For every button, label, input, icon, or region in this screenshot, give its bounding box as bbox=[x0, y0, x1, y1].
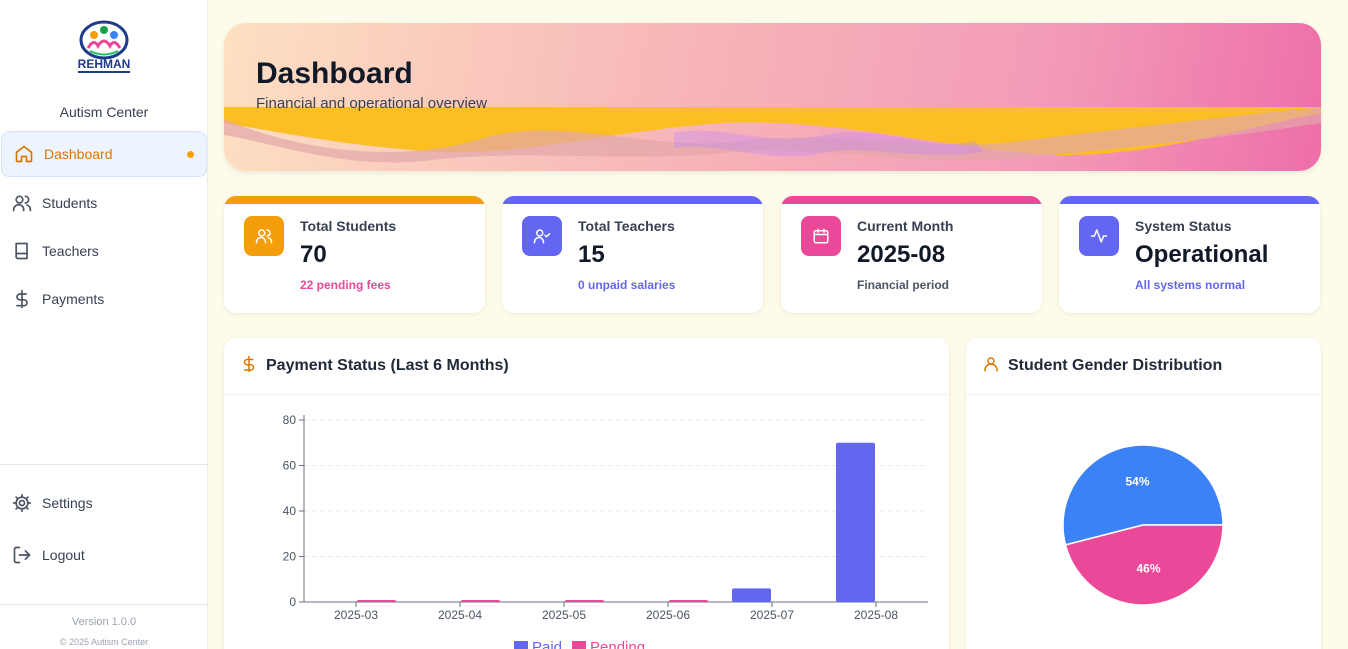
logout-icon bbox=[12, 545, 32, 565]
legend-label: Paid bbox=[532, 639, 562, 649]
sidebar-item-label: Teachers bbox=[42, 243, 99, 259]
stat-value: 70 bbox=[300, 241, 327, 268]
sidebar-item-label: Payments bbox=[42, 291, 105, 307]
sidebar-divider bbox=[0, 464, 208, 465]
sidebar-footer-divider bbox=[0, 604, 208, 605]
page-title: Dashboard bbox=[256, 57, 413, 90]
sidebar-item-students[interactable]: Students bbox=[0, 180, 208, 226]
stat-label: Total Students bbox=[300, 218, 397, 234]
sidebar: REHMAN Autism Center Dashboard Students … bbox=[0, 0, 208, 649]
stat-card-total-teachers: Total Teachers 15 0 unpaid salaries bbox=[502, 196, 763, 313]
payment-status-panel: Payment Status (Last 6 Months) 0 20 40 60 80… bbox=[224, 338, 949, 649]
gender-distribution-panel: Student Gender Distribution 54% 46% bbox=[966, 338, 1321, 649]
x-tick-label: 2025-05 bbox=[542, 608, 586, 622]
dollar-icon bbox=[240, 355, 258, 378]
logo-text: REHMAN bbox=[78, 57, 131, 71]
x-tick-label: 2025-06 bbox=[646, 608, 690, 622]
card-accent-bar bbox=[502, 196, 763, 204]
home-icon bbox=[14, 144, 34, 164]
y-tick-label: 0 bbox=[289, 595, 296, 609]
bar-pending bbox=[565, 600, 604, 602]
logo: REHMAN bbox=[64, 18, 144, 76]
active-dot bbox=[187, 151, 194, 158]
users-icon bbox=[12, 193, 32, 213]
page-subtitle: Financial and operational overview bbox=[256, 95, 487, 112]
sidebar-item-dashboard[interactable]: Dashboard bbox=[1, 131, 207, 177]
sidebar-item-label: Logout bbox=[42, 547, 85, 563]
bar-paid bbox=[836, 442, 875, 602]
stat-subtext: All systems normal bbox=[1135, 278, 1246, 292]
sidebar-item-teachers[interactable]: Teachers bbox=[0, 228, 208, 274]
sidebar-item-payments[interactable]: Payments bbox=[0, 276, 208, 322]
stat-label: Total Teachers bbox=[578, 218, 675, 234]
gear-icon bbox=[12, 493, 32, 513]
stat-subtext: 22 pending fees bbox=[300, 278, 391, 292]
bar-pending bbox=[461, 600, 500, 602]
users-icon bbox=[244, 216, 284, 256]
bar-paid bbox=[732, 588, 771, 602]
copyright-text: © 2025 Autism Center bbox=[59, 637, 149, 647]
card-accent-bar bbox=[224, 196, 485, 204]
legend-swatch bbox=[514, 641, 528, 649]
dollar-icon bbox=[12, 289, 32, 309]
card-accent-bar bbox=[1059, 196, 1320, 204]
hero-banner: Dashboard Financial and operational over… bbox=[224, 23, 1321, 171]
y-tick-label: 20 bbox=[283, 550, 297, 564]
panel-title: Payment Status (Last 6 Months) bbox=[266, 357, 509, 374]
stat-card-system-status: System Status Operational All systems no… bbox=[1059, 196, 1320, 313]
panel-header: Student Gender Distribution bbox=[966, 338, 1321, 395]
panel-title: Student Gender Distribution bbox=[1008, 357, 1223, 374]
pie-slice-label: 46% bbox=[1136, 562, 1160, 576]
user-check-icon bbox=[522, 216, 562, 256]
stat-subtext: Financial period bbox=[857, 278, 950, 292]
version-text: Version 1.0.0 bbox=[71, 616, 137, 628]
card-accent-bar bbox=[781, 196, 1042, 204]
gender-pie-chart: 54% 46% bbox=[1062, 444, 1224, 606]
sidebar-item-label: Students bbox=[42, 195, 98, 211]
stat-card-current-month: Current Month 2025-08 Financial period bbox=[781, 196, 1042, 313]
y-tick-label: 40 bbox=[283, 504, 297, 518]
x-tick-label: 2025-03 bbox=[334, 608, 378, 622]
stat-value: 2025-08 bbox=[857, 241, 946, 268]
calendar-icon bbox=[801, 216, 841, 256]
sidebar-item-label: Settings bbox=[42, 495, 93, 511]
x-tick-label: 2025-08 bbox=[854, 608, 898, 622]
org-name: Autism Center bbox=[59, 104, 149, 120]
x-tick-label: 2025-04 bbox=[438, 608, 482, 622]
legend-swatch bbox=[572, 641, 586, 649]
y-tick-label: 60 bbox=[283, 459, 297, 473]
y-tick-label: 80 bbox=[283, 413, 297, 427]
stat-label: System Status bbox=[1135, 218, 1232, 234]
sidebar-item-label: Dashboard bbox=[44, 146, 113, 162]
panel-header: Payment Status (Last 6 Months) bbox=[224, 338, 949, 395]
sidebar-item-settings[interactable]: Settings bbox=[0, 480, 208, 526]
stat-value: 15 bbox=[578, 241, 605, 268]
payment-bar-chart: 0 20 40 60 80 2025-03 2025-04 2025-05 2025-06 202… bbox=[283, 413, 928, 649]
stat-card-total-students: Total Students 70 22 pending fees bbox=[224, 196, 485, 313]
stat-label: Current Month bbox=[857, 218, 954, 234]
legend-label: Pending bbox=[590, 639, 645, 649]
book-icon bbox=[12, 241, 32, 261]
x-tick-label: 2025-07 bbox=[750, 608, 794, 622]
sidebar-item-logout[interactable]: Logout bbox=[0, 532, 208, 578]
bar-pending bbox=[669, 600, 708, 602]
activity-icon bbox=[1079, 216, 1119, 256]
pie-slice-label: 54% bbox=[1125, 474, 1149, 488]
stat-value: Operational bbox=[1135, 241, 1269, 268]
bar-pending bbox=[357, 600, 396, 602]
user-icon bbox=[982, 355, 1000, 378]
stat-subtext: 0 unpaid salaries bbox=[578, 278, 676, 292]
